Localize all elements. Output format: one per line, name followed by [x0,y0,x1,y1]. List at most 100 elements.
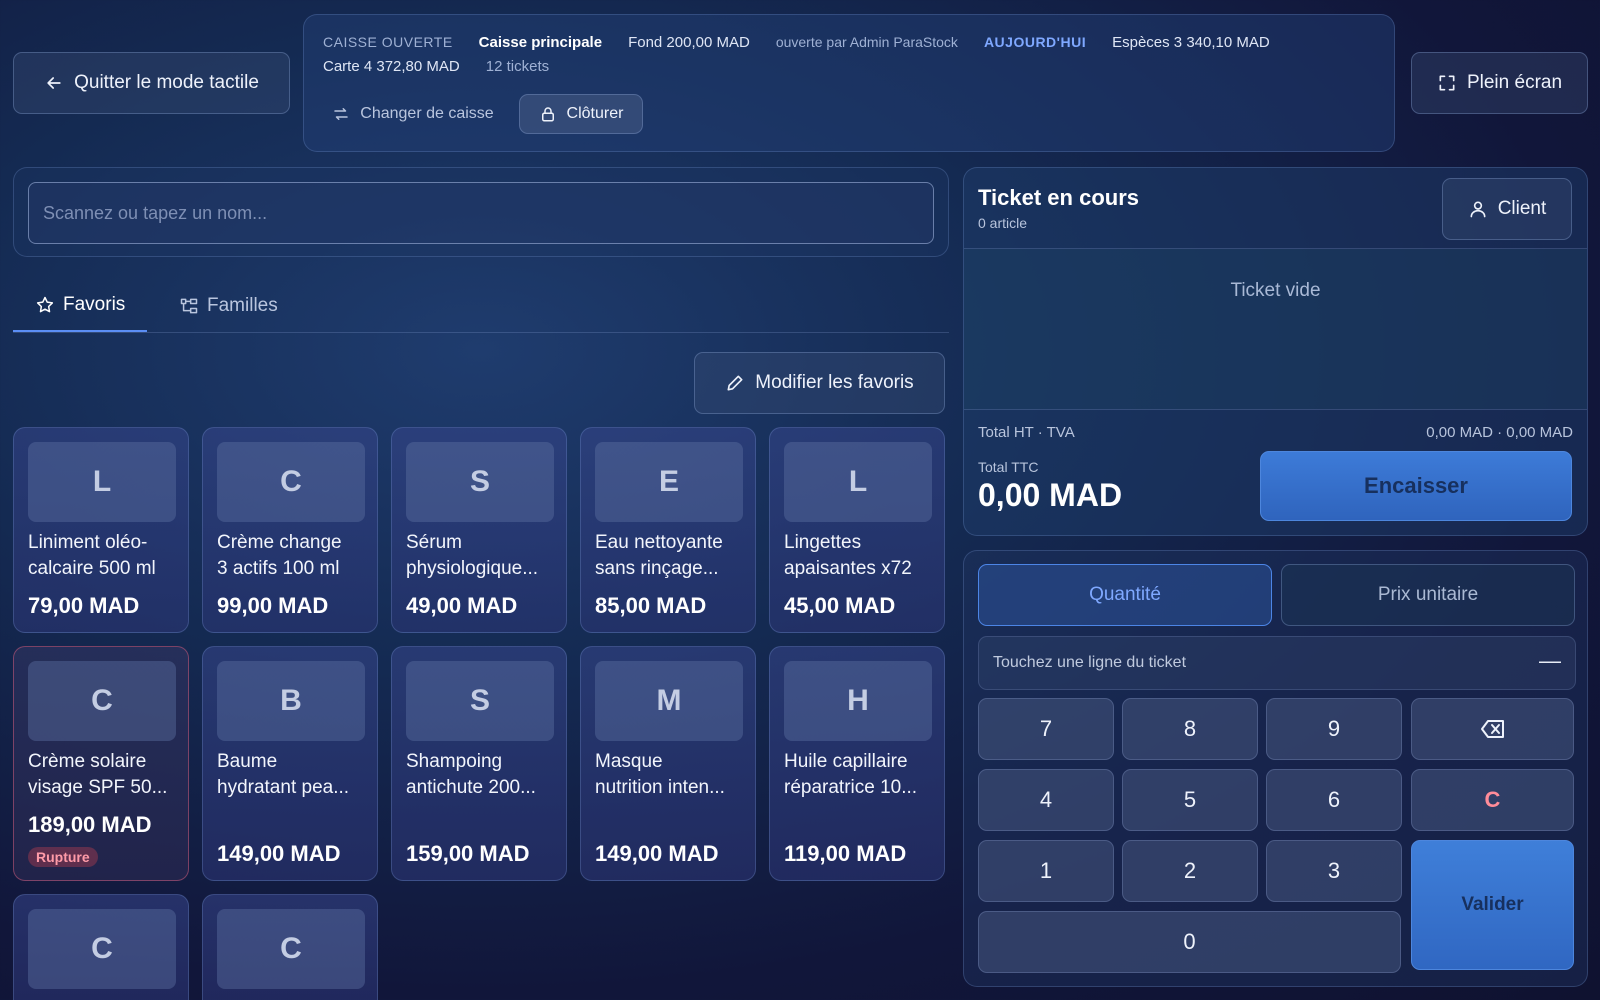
product-card[interactable]: E Eau nettoyante sans rinçage... 85,00 MA… [580,427,756,633]
mode-unit-price-button[interactable]: Prix unitaire [1281,564,1575,626]
client-label: Client [1497,198,1547,219]
search-input[interactable] [28,182,934,244]
selected-line-display: Touchez une ligne du ticket — [978,636,1576,690]
product-price: 49,00 MAD [406,593,518,618]
product-thumbnail: S [406,661,554,741]
product-card[interactable]: C [202,894,378,1000]
product-price: 159,00 MAD [406,841,530,866]
keypad-panel: Quantité Prix unitaire Touchez une ligne… [963,550,1588,987]
product-price: 149,00 MAD [595,841,719,866]
product-thumbnail: H [784,661,932,741]
product-card[interactable]: L Lingettes apaisantes x72 45,00 MAD [769,427,945,633]
product-card[interactable]: H Huile capillaire réparatrice 10... 119,… [769,646,945,881]
hierarchy-icon [180,298,198,314]
product-card[interactable]: C Crème solaire visage SPF 50... 189,00 M… [13,646,189,881]
product-thumbnail: C [217,909,365,989]
ticket-empty-message: Ticket vide [1230,280,1321,301]
product-thumbnail: E [595,442,743,522]
product-thumbnail: S [406,442,554,522]
lock-icon [541,107,554,122]
product-card[interactable]: C Crème change 3 actifs 100 ml 99,00 MAD [202,427,378,633]
close-register-label: Clôturer [566,105,624,122]
key-5[interactable]: 5 [1122,769,1258,831]
tab-favorites-label: Favoris [63,294,126,315]
product-price: 79,00 MAD [28,593,140,618]
backspace-button[interactable] [1411,698,1574,760]
total-ttc-label: Total TTC [978,459,1039,475]
validate-button[interactable]: Valider [1411,840,1574,970]
key-7[interactable]: 7 [978,698,1114,760]
status-row-1: CAISSE OUVERTE Caisse principale Fond 20… [323,34,1270,51]
product-thumbnail: B [217,661,365,741]
register-opened-by: ouverte par Admin ParaStock [775,34,958,50]
product-name: Crème solaire visage SPF 50... [28,751,168,798]
line-hint-text: Touchez une ligne du ticket [993,654,1187,671]
register-status-bar: CAISSE OUVERTE Caisse principale Fond 20… [303,14,1395,152]
product-card[interactable]: S Sérum physiologique... 49,00 MAD [391,427,567,633]
arrow-left-icon [47,77,61,89]
product-card[interactable]: L Liniment oléo-calcaire 500 ml 79,00 MA… [13,427,189,633]
key-3[interactable]: 3 [1266,840,1402,902]
product-name: Crème change 3 actifs 100 ml [217,532,342,579]
register-float: Fond 200,00 MAD [628,34,750,51]
out-of-stock-badge: Rupture [28,847,98,867]
fullscreen-icon [1439,75,1455,91]
register-state: CAISSE OUVERTE [323,34,453,50]
product-card[interactable]: C [13,894,189,1000]
totals-value: 0,00 MAD · 0,00 MAD [1426,424,1573,441]
key-4[interactable]: 4 [978,769,1114,831]
mode-quantity-button[interactable]: Quantité [978,564,1272,626]
ticket-panel: Ticket en cours 0 article Client Ticket … [963,167,1588,536]
swap-icon [334,108,349,120]
product-card[interactable]: S Shampoing antichute 200... 159,00 MAD [391,646,567,881]
product-name: Masque nutrition inten... [595,751,725,798]
key-0[interactable]: 0 [978,911,1401,973]
product-thumbnail: C [28,661,176,741]
product-name: Liniment oléo-calcaire 500 ml [28,532,156,579]
product-price: 189,00 MAD [28,812,152,837]
product-name: Baume hydratant pea... [217,751,350,798]
exit-touch-mode-label: Quitter le mode tactile [74,72,259,93]
change-register-button[interactable]: Changer de caisse [323,94,503,134]
product-card[interactable]: M Masque nutrition inten... 149,00 MAD [580,646,756,881]
product-price: 99,00 MAD [217,593,329,618]
key-2[interactable]: 2 [1122,840,1258,902]
tab-families[interactable]: Familles [157,280,300,332]
ticket-title: Ticket en cours [978,185,1139,210]
fullscreen-label: Plein écran [1466,72,1563,93]
totals-label: Total HT · TVA [978,424,1075,441]
product-price: 149,00 MAD [217,841,341,866]
clear-button[interactable]: C [1411,769,1574,831]
product-thumbnail: C [28,909,176,989]
status-row-2: Carte 4 372,80 MAD 12 tickets [323,58,549,75]
product-name: Eau nettoyante sans rinçage... [595,532,723,579]
register-card-total: Carte 4 372,80 MAD [323,58,460,75]
key-1[interactable]: 1 [978,840,1114,902]
tabs-divider [13,332,949,333]
product-thumbnail: C [217,442,365,522]
product-thumbnail: M [595,661,743,741]
client-button[interactable]: Client [1442,178,1572,240]
product-thumbnail: L [28,442,176,522]
total-ttc-value: 0,00 MAD [978,477,1123,513]
change-register-label: Changer de caisse [360,105,494,122]
key-8[interactable]: 8 [1122,698,1258,760]
key-9[interactable]: 9 [1266,698,1402,760]
search-panel [13,167,949,257]
checkout-button[interactable]: Encaisser [1260,451,1572,521]
tab-favorites[interactable]: Favoris [13,280,148,332]
product-thumbnail: L [784,442,932,522]
key-6[interactable]: 6 [1266,769,1402,831]
register-name: Caisse principale [478,34,603,51]
product-name: Sérum physiologique... [406,532,539,579]
product-card[interactable]: B Baume hydratant pea... 149,00 MAD [202,646,378,881]
backspace-icon [1480,720,1504,738]
product-price: 45,00 MAD [784,593,896,618]
close-register-button[interactable]: Clôturer [519,94,643,134]
modify-favorites-label: Modifier les favoris [755,372,914,393]
tab-families-label: Familles [207,295,278,316]
fullscreen-button[interactable]: Plein écran [1411,52,1588,114]
exit-touch-mode-button[interactable]: Quitter le mode tactile [13,52,290,114]
modify-favorites-button[interactable]: Modifier les favoris [694,352,945,414]
ticket-item-count: 0 article [978,215,1028,231]
